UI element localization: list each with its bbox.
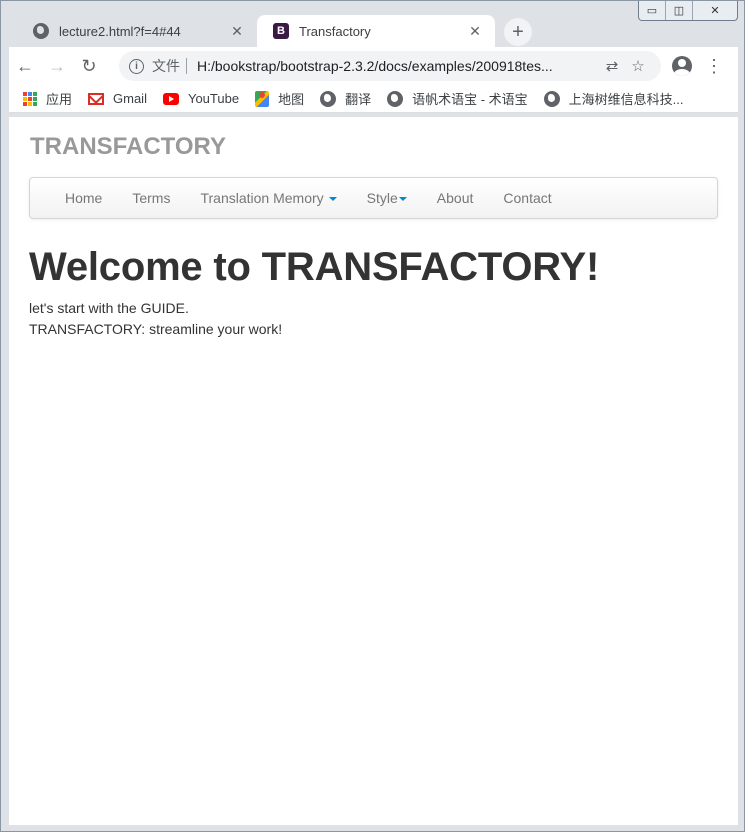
scheme-label: 文件 bbox=[152, 58, 180, 74]
gmail-icon bbox=[88, 92, 105, 105]
nav-label: About bbox=[436, 190, 474, 206]
info-icon[interactable]: i bbox=[129, 58, 144, 74]
page-heading: Welcome to TRANSFACTORY! bbox=[29, 245, 600, 289]
bookmark-maps[interactable]: 地图 bbox=[255, 89, 304, 108]
bookmark-translate[interactable]: 翻译 bbox=[320, 89, 371, 108]
tab-lecture2[interactable]: lecture2.html?f=4#44 ✕ bbox=[17, 15, 257, 47]
page-viewport: TRANSFACTORY Home Terms Translation Memo… bbox=[9, 117, 738, 825]
caret-down-icon bbox=[328, 197, 337, 201]
intro-line: let's start with the GUIDE. bbox=[29, 300, 189, 316]
arrow-right-icon: → bbox=[48, 55, 66, 76]
plus-icon: + bbox=[512, 20, 524, 43]
bootstrap-icon: B bbox=[273, 23, 289, 39]
nav-label: Home bbox=[65, 190, 103, 206]
menu-button[interactable]: ⋮ bbox=[698, 50, 730, 82]
bookmark-gmail[interactable]: Gmail bbox=[88, 91, 147, 106]
browser-toolbar: ← → ↻ i 文件 H:/bookstrap/bootstrap-2.3.2/… bbox=[9, 47, 738, 85]
nav-label: Contact bbox=[503, 190, 552, 206]
globe-icon bbox=[387, 90, 404, 107]
nav-label: Terms bbox=[132, 190, 171, 206]
new-tab-button[interactable]: + bbox=[504, 18, 532, 46]
bookmark-termbao[interactable]: 语帆术语宝 - 术语宝 bbox=[387, 89, 528, 108]
tab-title: Transfactory bbox=[299, 23, 371, 39]
nav-home[interactable]: Home bbox=[50, 178, 117, 218]
maps-icon bbox=[255, 90, 270, 107]
globe-icon bbox=[543, 90, 560, 107]
bookmark-apps[interactable]: 应用 bbox=[23, 89, 72, 108]
tab-transfactory[interactable]: B Transfactory ✕ bbox=[257, 15, 495, 47]
avatar-icon bbox=[672, 56, 692, 76]
nav-label: Translation Memory bbox=[200, 190, 324, 206]
bookmark-label: YouTube bbox=[187, 91, 240, 106]
nav-translation-memory[interactable]: Translation Memory bbox=[185, 178, 351, 218]
reload-icon: ↻ bbox=[81, 55, 97, 76]
globe-icon bbox=[33, 23, 49, 39]
arrow-left-icon: ← bbox=[16, 55, 34, 76]
reload-button[interactable]: ↻ bbox=[73, 50, 105, 82]
bookmark-label: 翻译 bbox=[345, 92, 372, 107]
nav-about[interactable]: About bbox=[422, 178, 489, 218]
address-divider bbox=[186, 58, 187, 74]
profile-button[interactable] bbox=[666, 50, 698, 82]
tab-close-icon[interactable]: ✕ bbox=[229, 23, 245, 40]
translate-icon[interactable]: ⇄ bbox=[599, 57, 625, 75]
site-navbar: Home Terms Translation Memory Style Abou… bbox=[29, 177, 718, 219]
forward-button[interactable]: → bbox=[41, 50, 73, 82]
star-icon[interactable]: ☆ bbox=[625, 57, 651, 75]
bookmark-label: 地图 bbox=[278, 92, 305, 107]
nav-style[interactable]: Style bbox=[352, 178, 422, 218]
site-brand[interactable]: TRANSFACTORY bbox=[30, 133, 226, 161]
bookmark-youtube[interactable]: YouTube bbox=[162, 91, 240, 106]
bookmark-label: 上海树维信息科技... bbox=[568, 92, 684, 107]
address-bar[interactable]: i 文件 H:/bookstrap/bootstrap-2.3.2/docs/e… bbox=[119, 51, 661, 81]
tab-title: lecture2.html?f=4#44 bbox=[59, 23, 181, 39]
caret-down-icon bbox=[398, 197, 407, 201]
bookmarks-bar: 应用 Gmail YouTube 地图 翻译 语帆术语宝 - 术语宝 上海树维信… bbox=[9, 85, 738, 113]
back-button[interactable]: ← bbox=[9, 50, 41, 82]
toolbar-actions: ⋮ bbox=[666, 50, 730, 82]
nav-label: Style bbox=[366, 190, 398, 206]
bookmark-label: Gmail bbox=[113, 91, 147, 106]
tab-close-icon[interactable]: ✕ bbox=[467, 23, 483, 40]
tab-strip: lecture2.html?f=4#44 ✕ B Transfactory ✕ … bbox=[9, 9, 744, 47]
globe-icon bbox=[320, 90, 337, 107]
youtube-icon bbox=[162, 92, 179, 105]
apps-icon bbox=[23, 91, 37, 106]
bookmark-shuwei[interactable]: 上海树维信息科技... bbox=[543, 89, 684, 108]
bookmark-label: 语帆术语宝 - 术语宝 bbox=[412, 92, 528, 107]
url-text[interactable]: H:/bookstrap/bootstrap-2.3.2/docs/exampl… bbox=[197, 58, 599, 74]
tagline: TRANSFACTORY: streamline your work! bbox=[29, 321, 283, 337]
browser-window: ▭ ◫ ✕ lecture2.html?f=4#44 ✕ B Transfact… bbox=[0, 0, 745, 832]
nav-terms[interactable]: Terms bbox=[117, 178, 185, 218]
nav-contact[interactable]: Contact bbox=[488, 178, 566, 218]
more-vert-icon: ⋮ bbox=[705, 55, 723, 76]
bookmark-label: 应用 bbox=[46, 92, 73, 107]
